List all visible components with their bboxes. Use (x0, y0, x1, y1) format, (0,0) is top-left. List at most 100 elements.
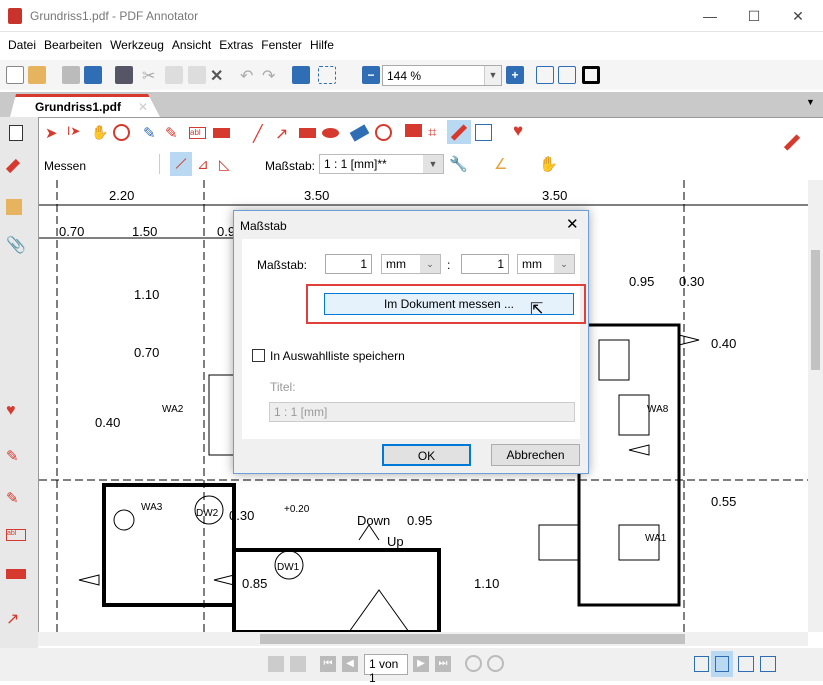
pen-icon[interactable]: ✎ (6, 447, 26, 467)
text-box-icon[interactable]: abl (6, 529, 26, 541)
cancel-button[interactable]: Abbrechen (491, 444, 580, 466)
menu-extras[interactable]: Extras (215, 34, 257, 56)
zoom-tool-icon[interactable] (113, 124, 130, 141)
stamp-tool-icon[interactable] (213, 128, 230, 138)
tab-grundriss1[interactable]: Grundriss1.pdf ✕ (10, 94, 160, 117)
single-page-view-icon[interactable] (694, 656, 709, 672)
cut-icon[interactable]: ✂ (142, 66, 160, 85)
tab-list-chevron-icon[interactable]: ▼ (806, 97, 815, 107)
undo-icon[interactable]: ↶ (240, 66, 258, 85)
marker-icon[interactable]: ✎ (165, 124, 182, 142)
menu-hilfe[interactable]: Hilfe (306, 34, 338, 56)
pages-icon[interactable] (9, 125, 23, 141)
open-folder-icon[interactable] (28, 66, 46, 84)
plan-label: WA1 (645, 533, 667, 544)
menu-bearbeiten[interactable]: Bearbeiten (40, 34, 106, 56)
stamp-icon[interactable] (6, 569, 26, 579)
freehand-pen-icon[interactable]: ✎ (143, 124, 160, 142)
zoom-in-icon[interactable]: + (506, 66, 524, 84)
vertical-scrollbar[interactable] (808, 180, 823, 632)
delete-icon[interactable]: ✕ (210, 66, 228, 85)
area-measure-icon[interactable]: ◺ (219, 156, 230, 173)
two-page-view-icon[interactable] (738, 656, 754, 672)
tab-close-icon[interactable]: ✕ (138, 100, 148, 114)
scroll-thumb[interactable] (260, 634, 685, 644)
fullscreen-icon[interactable] (582, 66, 600, 84)
favorites-heart-icon[interactable]: ♥ (6, 402, 26, 422)
scroll-thumb[interactable] (811, 250, 820, 370)
horizontal-scrollbar[interactable] (38, 632, 808, 646)
ellipse-icon[interactable] (322, 128, 339, 138)
highlighter-icon[interactable]: ✎ (6, 489, 26, 509)
text-select-icon[interactable]: I➤ (67, 124, 84, 141)
crop-icon[interactable]: ⌗ (428, 124, 445, 141)
next-view-icon[interactable] (290, 656, 306, 672)
maximize-button[interactable]: ☐ (744, 6, 764, 26)
scale-left-value-input[interactable]: 1 (325, 254, 372, 274)
previous-view-icon[interactable] (268, 656, 284, 672)
save-as-icon[interactable] (84, 66, 102, 84)
wrench-icon[interactable]: 🔧 (449, 155, 468, 173)
zoom-select[interactable]: 144 % ▼ (382, 65, 502, 86)
single-page-icon[interactable] (536, 66, 554, 84)
eraser-icon[interactable] (349, 124, 370, 142)
chevron-down-icon[interactable]: ⌄ (554, 255, 574, 273)
continuous-view-icon[interactable] (711, 651, 733, 677)
fit-page-icon[interactable] (558, 66, 576, 84)
arrow-icon[interactable]: ↗ (6, 609, 26, 629)
next-page-icon[interactable]: ▶ (413, 656, 429, 672)
perimeter-measure-icon[interactable]: ⊿ (197, 156, 209, 173)
new-icon[interactable] (6, 66, 24, 84)
menu-fenster[interactable]: Fenster (257, 34, 306, 56)
redo-icon[interactable]: ↷ (262, 66, 280, 85)
forward-icon[interactable] (487, 655, 504, 672)
mode-label: Messen (44, 159, 87, 173)
minimize-button[interactable]: — (700, 6, 720, 26)
first-page-icon[interactable]: ⏮ (320, 656, 336, 672)
back-icon[interactable] (465, 655, 482, 672)
menu-werkzeug[interactable]: Werkzeug (106, 34, 168, 56)
save-to-list-checkbox[interactable] (252, 349, 265, 362)
arrow-tool-icon[interactable]: ↗ (275, 124, 292, 143)
chevron-down-icon[interactable]: ▼ (484, 66, 501, 85)
title-input[interactable]: 1 : 1 [mm] (269, 402, 575, 422)
zoom-out-icon[interactable]: − (362, 66, 380, 84)
attachment-icon[interactable]: 📎 (6, 235, 26, 255)
two-page-continuous-icon[interactable] (760, 656, 776, 672)
favorites-icon[interactable]: ♥ (513, 121, 530, 140)
distance-measure-button[interactable] (170, 152, 192, 176)
unit-left-select[interactable]: mm ⌄ (381, 254, 441, 274)
last-page-icon[interactable]: ⏭ (435, 656, 451, 672)
dialog-close-button[interactable]: ✕ (566, 215, 579, 233)
calibrate-icon[interactable]: ✋ (539, 155, 558, 173)
select-arrow-icon[interactable]: ➤ (45, 124, 62, 142)
save-icon[interactable] (62, 66, 80, 84)
notes-icon[interactable] (6, 199, 22, 215)
scale-select[interactable]: 1 : 1 [mm]** ▼ (319, 154, 444, 174)
hand-icon[interactable]: ✋ (91, 124, 108, 141)
previous-page-icon[interactable]: ◀ (342, 656, 358, 672)
menu-datei[interactable]: Datei (4, 34, 40, 56)
insert-image-icon[interactable] (475, 124, 492, 141)
camera-icon[interactable] (405, 124, 422, 137)
page-number-input[interactable]: 1 von 1 (364, 654, 408, 685)
find-binoculars-icon[interactable] (292, 66, 310, 84)
menu-ansicht[interactable]: Ansicht (168, 34, 215, 56)
angle-measure-icon[interactable]: ∠ (494, 155, 507, 173)
bookmark-icon[interactable] (5, 158, 21, 174)
print-icon[interactable] (115, 66, 133, 84)
rectangle-icon[interactable] (299, 128, 316, 138)
line-icon[interactable]: ╱ (253, 124, 270, 143)
textbox-tool-icon[interactable]: abl (189, 127, 206, 139)
close-button[interactable]: ✕ (788, 6, 808, 26)
paste-icon[interactable] (188, 66, 206, 84)
grid-icon[interactable] (318, 66, 336, 84)
lasso-icon[interactable] (375, 124, 392, 141)
measure-ruler-icon[interactable] (447, 120, 471, 144)
ok-button[interactable]: OK (382, 444, 471, 466)
unit-right-select[interactable]: mm ⌄ (517, 254, 575, 274)
scale-right-value-input[interactable]: 1 (461, 254, 509, 274)
copy-icon[interactable] (165, 66, 183, 84)
chevron-down-icon[interactable]: ▼ (423, 155, 443, 173)
chevron-down-icon[interactable]: ⌄ (420, 255, 440, 273)
